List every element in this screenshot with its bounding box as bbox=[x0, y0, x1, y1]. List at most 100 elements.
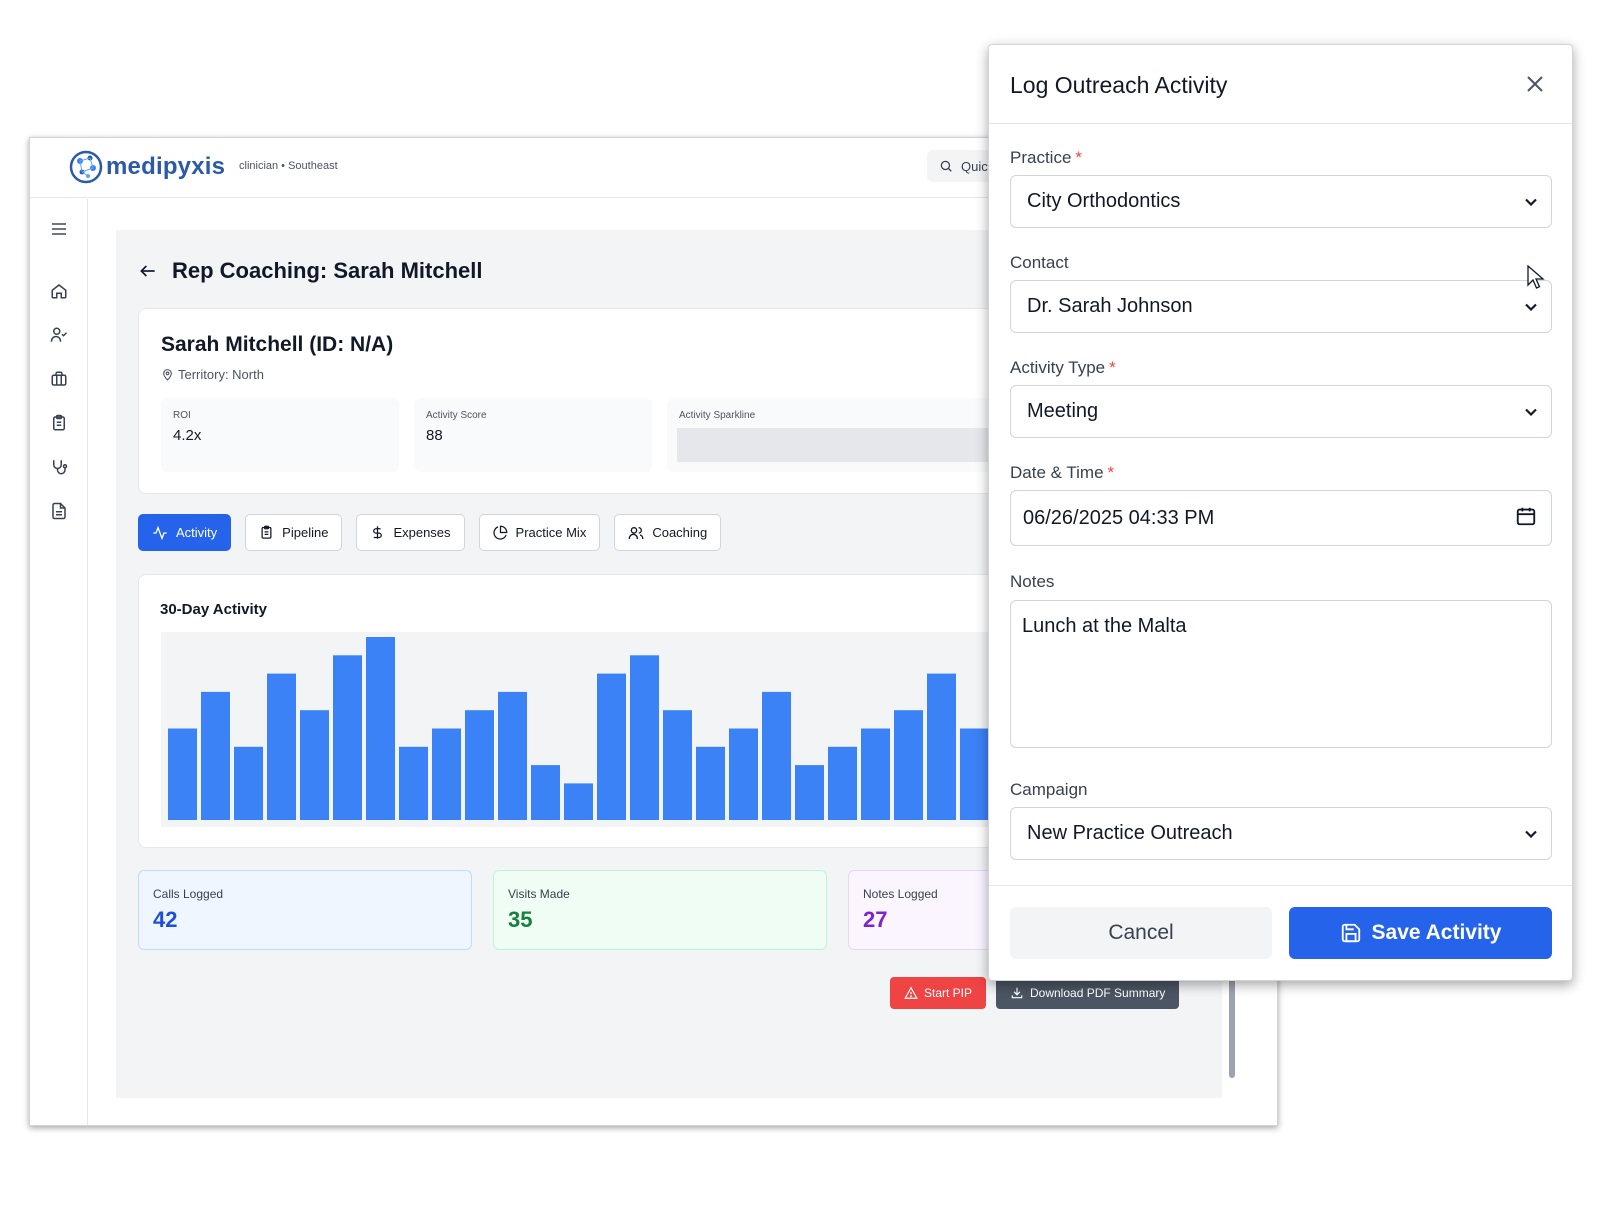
start-pip-button[interactable]: Start PIP bbox=[890, 977, 987, 1009]
activity-bar bbox=[630, 655, 659, 820]
pie-icon bbox=[492, 525, 507, 540]
metric-roi: ROI 4.2x bbox=[161, 398, 399, 472]
back-arrow-icon[interactable] bbox=[138, 261, 158, 281]
tab-practice-mix[interactable]: Practice Mix bbox=[478, 514, 601, 551]
territory: Territory: North bbox=[161, 367, 264, 382]
contact-value: Dr. Sarah Johnson bbox=[1027, 295, 1193, 317]
practice-value: City Orthodontics bbox=[1027, 190, 1181, 212]
search-icon bbox=[940, 160, 952, 172]
activity-icon bbox=[153, 525, 167, 540]
activity-bar bbox=[234, 746, 263, 820]
home-icon[interactable] bbox=[49, 281, 69, 301]
required-mark: * bbox=[1109, 358, 1116, 377]
modal-footer: Cancel Save Activity bbox=[989, 885, 1572, 982]
stat-label: Visits Made bbox=[508, 887, 570, 901]
activity-bar bbox=[861, 728, 890, 820]
tab-label: Pipeline bbox=[282, 525, 329, 540]
activity-bar bbox=[927, 673, 956, 820]
activity-bar bbox=[564, 783, 593, 820]
activity-bar bbox=[201, 691, 230, 820]
download-icon bbox=[1011, 987, 1023, 999]
calendar-icon[interactable] bbox=[1515, 505, 1537, 527]
tab-label: Coaching bbox=[652, 525, 708, 540]
file-icon[interactable] bbox=[49, 501, 69, 521]
required-mark: * bbox=[1107, 463, 1115, 482]
notes-textarea[interactable]: Lunch at the Malta bbox=[1010, 600, 1552, 748]
datetime-input[interactable]: 06/26/2025 04:33 PM bbox=[1010, 490, 1552, 546]
stethoscope-icon[interactable] bbox=[49, 457, 69, 477]
activity-bar bbox=[366, 637, 395, 820]
close-icon bbox=[1527, 76, 1543, 92]
tab-bar: Activity Pipeline Expenses Practice Mix … bbox=[138, 514, 722, 551]
activity-bar bbox=[795, 765, 824, 820]
save-activity-label: Save Activity bbox=[1371, 921, 1502, 944]
activity-bar bbox=[399, 746, 428, 820]
campaign-value: New Practice Outreach bbox=[1027, 822, 1233, 844]
brand-name: medipyxis bbox=[106, 153, 226, 180]
metric-label: Activity Score bbox=[426, 410, 487, 421]
stat-value: 42 bbox=[153, 907, 178, 932]
modal-header: Log Outreach Activity bbox=[989, 45, 1572, 124]
modal-title: Log Outreach Activity bbox=[1010, 72, 1228, 98]
log-outreach-modal: Log Outreach Activity Practice * City Ort… bbox=[988, 44, 1573, 981]
contact-label: Contact bbox=[1010, 253, 1069, 272]
activity-bar bbox=[597, 673, 626, 820]
alert-triangle-icon bbox=[904, 986, 918, 999]
chevron-down-icon bbox=[1525, 830, 1537, 839]
tab-expenses[interactable]: Expenses bbox=[356, 514, 465, 551]
chevron-down-icon bbox=[1525, 303, 1537, 312]
activity-type-label: Activity Type * bbox=[1010, 358, 1116, 378]
logo-globe-icon bbox=[69, 150, 103, 184]
activity-type-select[interactable]: Meeting bbox=[1010, 385, 1552, 438]
tab-label: Activity bbox=[176, 525, 218, 540]
save-activity-button[interactable]: Save Activity bbox=[1289, 907, 1552, 959]
activity-bar bbox=[531, 765, 560, 820]
datetime-value: 06/26/2025 04:33 PM bbox=[1023, 506, 1215, 529]
tab-coaching[interactable]: Coaching bbox=[614, 514, 722, 551]
stat-value: 35 bbox=[508, 907, 533, 932]
clipboard-icon[interactable] bbox=[49, 413, 69, 433]
datetime-label: Date & Time * bbox=[1010, 463, 1114, 483]
tab-pipeline[interactable]: Pipeline bbox=[245, 514, 343, 551]
activity-bar bbox=[960, 728, 989, 820]
activity-bar bbox=[828, 746, 857, 820]
briefcase-icon[interactable] bbox=[49, 369, 69, 389]
activity-bar bbox=[300, 710, 329, 820]
page-header: Rep Coaching: Sarah Mitchell bbox=[138, 258, 483, 284]
activity-type-label-text: Activity Type bbox=[1010, 358, 1106, 377]
territory-label: Territory: North bbox=[178, 367, 264, 382]
user-check-icon[interactable] bbox=[49, 325, 69, 345]
tab-label: Practice Mix bbox=[515, 525, 587, 540]
notes-label: Notes bbox=[1010, 572, 1055, 591]
chevron-down-icon bbox=[1525, 408, 1537, 417]
activity-bar bbox=[333, 655, 362, 820]
cancel-button[interactable]: Cancel bbox=[1010, 907, 1272, 959]
metric-value: 4.2x bbox=[173, 427, 202, 444]
mouse-cursor-icon bbox=[1527, 265, 1545, 289]
datetime-label-text: Date & Time bbox=[1010, 463, 1104, 482]
users-icon bbox=[628, 526, 644, 539]
menu-icon[interactable] bbox=[49, 219, 69, 239]
metric-label: ROI bbox=[173, 410, 191, 421]
tab-activity[interactable]: Activity bbox=[138, 514, 232, 551]
activity-bar bbox=[696, 746, 725, 820]
activity-bar bbox=[168, 728, 197, 820]
stat-calls-logged: Calls Logged 42 bbox=[138, 870, 472, 950]
practice-select[interactable]: City Orthodontics bbox=[1010, 175, 1552, 228]
activity-bar bbox=[762, 691, 791, 820]
logo[interactable]: medipyxis bbox=[68, 149, 225, 185]
campaign-select[interactable]: New Practice Outreach bbox=[1010, 807, 1552, 860]
tab-label: Expenses bbox=[393, 525, 451, 540]
start-pip-label: Start PIP bbox=[924, 986, 973, 1000]
user-role-region: clinician • Southeast bbox=[239, 160, 338, 172]
practice-label: Practice * bbox=[1010, 148, 1082, 168]
required-mark: * bbox=[1075, 148, 1083, 167]
activity-bar bbox=[729, 728, 758, 820]
chart-title: 30-Day Activity bbox=[160, 601, 267, 618]
close-button[interactable] bbox=[1522, 71, 1548, 97]
stat-label: Calls Logged bbox=[153, 887, 224, 901]
contact-select[interactable]: Dr. Sarah Johnson bbox=[1010, 280, 1552, 333]
practice-label-text: Practice bbox=[1010, 148, 1072, 167]
activity-bar bbox=[894, 710, 923, 820]
dollar-icon bbox=[373, 526, 383, 539]
